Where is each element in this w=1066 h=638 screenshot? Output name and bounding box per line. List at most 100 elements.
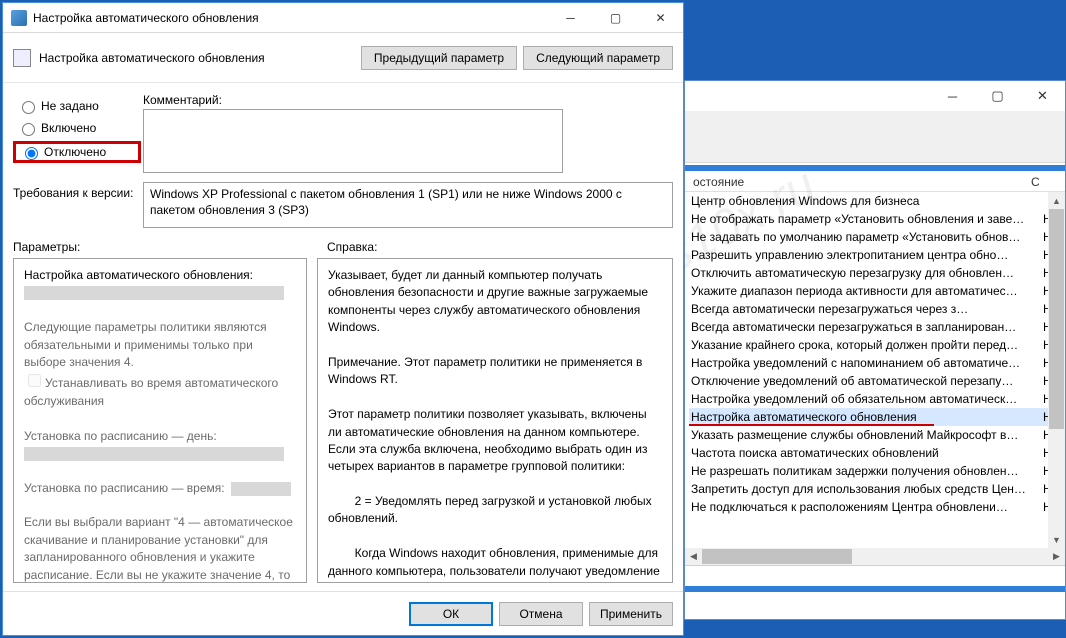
bg-tabstrip <box>685 586 1065 592</box>
policy-icon <box>11 10 27 26</box>
list-item[interactable]: Указание крайнего срока, который должен … <box>689 336 1061 354</box>
list-item[interactable]: Всегда автоматически перезагружаться чер… <box>689 300 1061 318</box>
radio-disabled-input[interactable] <box>25 147 38 160</box>
list-item-name: Всегда автоматически перезагружаться чер… <box>689 302 1043 316</box>
dialog-header: Настройка автоматического обновления Пре… <box>3 33 683 83</box>
scroll-right-icon[interactable]: ▶ <box>1048 548 1065 565</box>
list-item[interactable]: Запретить доступ для использования любых… <box>689 480 1061 498</box>
list-item-name: Всегда автоматически перезагружаться в з… <box>689 320 1043 334</box>
horizontal-scrollbar[interactable]: ◀ ▶ <box>685 548 1065 565</box>
ok-button[interactable]: ОК <box>409 602 493 626</box>
scroll-thumb[interactable] <box>1049 209 1064 429</box>
list-item[interactable]: Не отображать параметр «Установить обнов… <box>689 210 1061 228</box>
list-item-name: Указать размещение службы обновлений Май… <box>689 428 1043 442</box>
bg-ribbon <box>685 111 1065 163</box>
list-item[interactable]: Центр обновления Windows для бизнеса <box>689 192 1061 210</box>
radio-enabled-label: Включено <box>41 121 96 135</box>
radio-disabled-label: Отключено <box>44 145 106 159</box>
list-item-name: Настройка уведомлений с напоминанием об … <box>689 356 1043 370</box>
radio-group: Не задано Включено Отключено <box>13 93 143 176</box>
scroll-up-icon[interactable]: ▲ <box>1048 192 1065 209</box>
radio-disabled[interactable]: Отключено <box>13 141 141 163</box>
comment-column: Комментарий: <box>143 93 673 176</box>
close-button[interactable]: ✕ <box>638 3 683 33</box>
bg-titlebar: ─ ▢ ✕ <box>685 81 1065 111</box>
dialog-title: Настройка автоматического обновления <box>33 11 548 25</box>
list-item-name: Не задавать по умолчанию параметр «Устан… <box>689 230 1043 244</box>
previous-setting-button[interactable]: Предыдущий параметр <box>361 46 517 70</box>
column-name-header[interactable]: остояние <box>693 175 1031 189</box>
radio-enabled-input[interactable] <box>22 123 35 136</box>
comment-textarea[interactable] <box>143 109 563 173</box>
list-item-name: Не отображать параметр «Установить обнов… <box>689 212 1043 226</box>
list-item[interactable]: Не задавать по умолчанию параметр «Устан… <box>689 228 1061 246</box>
list-item[interactable]: Настройка уведомлений с напоминанием об … <box>689 354 1061 372</box>
maximize-button[interactable]: ▢ <box>593 3 638 33</box>
help-pane: Указывает, будет ли данный компьютер пол… <box>317 258 673 583</box>
schedule-time-label: Установка по расписанию — время: <box>24 481 225 495</box>
list-item[interactable]: Настройка уведомлений об обязательном ав… <box>689 390 1061 408</box>
list-item[interactable]: Частота поиска автоматических обновлений… <box>689 444 1061 462</box>
scroll-left-icon[interactable]: ◀ <box>685 548 702 565</box>
minimize-button[interactable]: ─ <box>930 81 975 111</box>
list-item-name: Указание крайнего срока, который должен … <box>689 338 1043 352</box>
list-item[interactable]: Отключить автоматическую перезагрузку дл… <box>689 264 1061 282</box>
gpedit-list-window: ─ ▢ ✕ остояние С Центр обновления Window… <box>684 80 1066 620</box>
list-item-name: Настройка уведомлений об обязательном ав… <box>689 392 1043 406</box>
bg-list-header: остояние С <box>685 171 1065 192</box>
apply-button[interactable]: Применить <box>589 602 673 626</box>
list-item-name: Запретить доступ для использования любых… <box>689 482 1043 496</box>
day-combo-placeholder[interactable] <box>24 447 284 461</box>
policy-dialog: Настройка автоматического обновления ─ ▢… <box>2 2 684 636</box>
list-item-name: Частота поиска автоматических обновлений <box>689 446 1043 460</box>
policy-list[interactable]: Центр обновления Windows для бизнеса Не о… <box>685 192 1065 548</box>
radio-enabled[interactable]: Включено <box>13 117 143 139</box>
schedule-day-label: Установка по расписанию — день: <box>24 429 217 443</box>
list-item-name: Укажите диапазон периода активности для … <box>689 284 1043 298</box>
list-item[interactable]: Не подключаться к расположениям Центра о… <box>689 498 1061 516</box>
maintenance-checkbox <box>28 374 41 387</box>
params-text-1: Следующие параметры политики являются об… <box>24 320 270 369</box>
comment-label: Комментарий: <box>143 93 673 107</box>
dialog-footer: ОК Отмена Применить <box>3 591 683 635</box>
requirements-text: Windows XP Professional с пакетом обновл… <box>143 182 673 228</box>
list-item[interactable]: Отключение уведомлений об автоматической… <box>689 372 1061 390</box>
column-state-header[interactable]: С <box>1031 175 1057 189</box>
cancel-button[interactable]: Отмена <box>499 602 583 626</box>
help-label: Справка: <box>313 240 673 254</box>
header-title: Настройка автоматического обновления <box>39 51 355 65</box>
requirements-row: Требования к версии: Windows XP Professi… <box>3 176 683 238</box>
hscroll-thumb[interactable] <box>702 549 852 564</box>
dialog-titlebar[interactable]: Настройка автоматического обновления ─ ▢… <box>3 3 683 33</box>
maintenance-checkbox-label: Устанавливать во время автоматического о… <box>24 376 282 407</box>
params-label: Параметры: <box>13 240 313 254</box>
requirements-label: Требования к версии: <box>13 182 143 200</box>
list-item-name: Отключить автоматическую перезагрузку дл… <box>689 266 1043 280</box>
bg-tabstrip-area <box>685 565 1065 595</box>
list-item-name: Центр обновления Windows для бизнеса <box>689 194 1043 208</box>
list-item[interactable]: Всегда автоматически перезагружаться в з… <box>689 318 1061 336</box>
next-setting-button[interactable]: Следующий параметр <box>523 46 673 70</box>
list-item-name: Настройка автоматического обновления <box>689 410 1043 424</box>
list-item[interactable]: Указать размещение службы обновлений Май… <box>689 426 1061 444</box>
list-item[interactable]: Разрешить управлению электропитанием цен… <box>689 246 1061 264</box>
state-row: Не задано Включено Отключено Комментарий… <box>3 83 683 176</box>
radio-not-configured-input[interactable] <box>22 101 35 114</box>
combo-placeholder[interactable] <box>24 286 284 300</box>
radio-not-configured[interactable]: Не задано <box>13 95 143 117</box>
list-item-name: Не разрешать политикам задержки получени… <box>689 464 1043 478</box>
params-text-2: Если вы выбрали вариант "4 — автоматичес… <box>24 515 296 583</box>
policy-name-label: Настройка автоматического обновления: <box>24 268 253 282</box>
list-item-name: Отключение уведомлений об автоматической… <box>689 374 1043 388</box>
list-item[interactable]: Не разрешать политикам задержки получени… <box>689 462 1061 480</box>
list-item[interactable]: Укажите диапазон периода активности для … <box>689 282 1061 300</box>
panes-row: Настройка автоматического обновления: Сл… <box>3 258 683 591</box>
close-button[interactable]: ✕ <box>1020 81 1065 111</box>
scroll-down-icon[interactable]: ▼ <box>1048 531 1065 548</box>
minimize-button[interactable]: ─ <box>548 3 593 33</box>
parameters-pane: Настройка автоматического обновления: Сл… <box>13 258 307 583</box>
vertical-scrollbar[interactable]: ▲ ▼ <box>1048 192 1065 548</box>
maximize-button[interactable]: ▢ <box>975 81 1020 111</box>
time-combo-placeholder[interactable] <box>231 482 291 496</box>
radio-not-configured-label: Не задано <box>41 99 99 113</box>
